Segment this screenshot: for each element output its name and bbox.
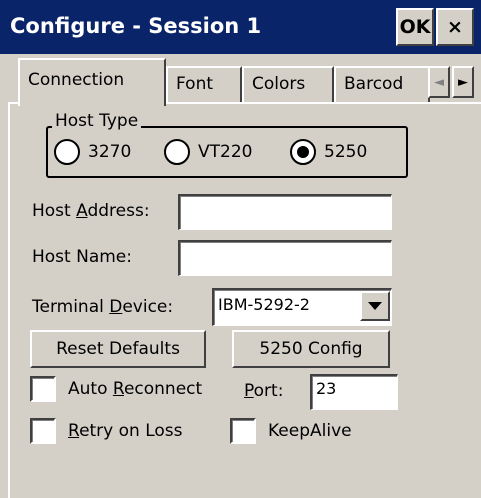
tab-font[interactable]: Font xyxy=(166,66,242,102)
host-name-input[interactable] xyxy=(178,240,392,276)
radio-circle-icon xyxy=(164,139,190,165)
radio-vt220-label: VT220 xyxy=(198,142,253,162)
terminal-device-label: Terminal Device: xyxy=(32,297,174,317)
host-address-input[interactable] xyxy=(178,194,392,230)
host-address-label: Host Address: xyxy=(32,201,150,221)
radio-circle-icon xyxy=(54,139,80,165)
checkbox-icon xyxy=(230,418,256,444)
tab-scroll-right-button[interactable]: ► xyxy=(452,66,474,98)
reset-defaults-button[interactable]: Reset Defaults xyxy=(30,330,206,368)
configure-window: Configure - Session 1 OK × Connection Fo… xyxy=(0,0,481,498)
window-title: Configure - Session 1 xyxy=(10,14,262,38)
radio-3270-label: 3270 xyxy=(88,142,132,162)
host-name-label: Host Name: xyxy=(32,247,132,267)
tab-scroll-left-button[interactable]: ◄ xyxy=(428,66,450,98)
host-type-legend: Host Type xyxy=(52,111,142,131)
close-button[interactable]: × xyxy=(436,8,474,46)
retry-on-loss-label: Retry on Loss xyxy=(68,421,183,441)
radio-selected-icon xyxy=(290,139,316,165)
radio-vt220[interactable]: VT220 xyxy=(164,139,252,165)
tab-colors[interactable]: Colors xyxy=(242,66,334,102)
close-icon: × xyxy=(447,16,463,38)
radio-5250-label: 5250 xyxy=(324,142,368,162)
port-input[interactable]: 23 xyxy=(310,374,398,410)
checkbox-icon xyxy=(30,376,56,402)
radio-5250[interactable]: 5250 xyxy=(290,139,367,165)
port-label: Port: xyxy=(244,381,284,401)
auto-reconnect-label: Auto Reconnect xyxy=(68,379,203,399)
checkbox-icon xyxy=(30,418,56,444)
tab-barcode[interactable]: Barcod xyxy=(334,66,430,102)
terminal-device-select[interactable]: IBM-5292-2 xyxy=(212,288,392,326)
auto-reconnect-checkbox[interactable]: Auto Reconnect xyxy=(30,376,202,402)
tab-connection[interactable]: Connection xyxy=(18,58,166,106)
terminal-device-value: IBM-5292-2 xyxy=(218,295,310,314)
chevron-down-icon xyxy=(368,302,382,310)
5250-config-button[interactable]: 5250 Config xyxy=(232,330,390,368)
radio-3270[interactable]: 3270 xyxy=(54,139,131,165)
keepalive-label: KeepAlive xyxy=(268,421,352,441)
title-bar: Configure - Session 1 OK × xyxy=(0,0,481,54)
ok-button[interactable]: OK xyxy=(396,8,434,46)
dropdown-button[interactable] xyxy=(360,291,390,321)
arrow-left-icon: ◄ xyxy=(434,74,444,90)
keepalive-checkbox[interactable]: KeepAlive xyxy=(230,418,352,444)
arrow-right-icon: ► xyxy=(458,74,468,90)
retry-on-loss-checkbox[interactable]: Retry on Loss xyxy=(30,418,183,444)
